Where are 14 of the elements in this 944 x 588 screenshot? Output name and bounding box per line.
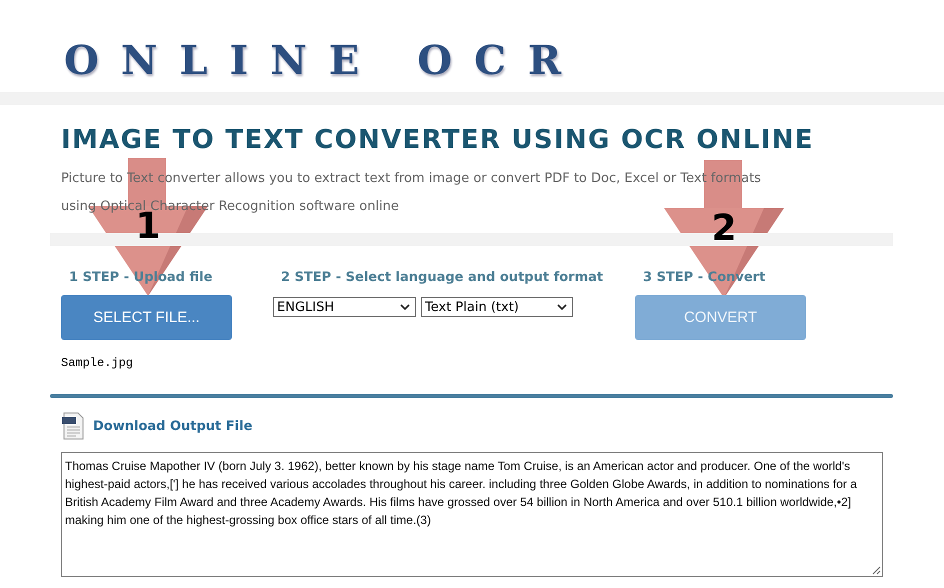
- output-text-area[interactable]: Thomas Cruise Mapother IV (born July 3. 1962), better known by his stage name Tom Cruise, is an American actor and producer. One of the world's highest-paid actors,['] he has received various accolades throughout his career. including three Golden Globe Awards, in addition to nominations for a British Academy Film Award and three Academy Awards. His films have grossed over 54 billion in North America and over 510.1 billion worldwide,•2] making him one of the highest-grossing box office stars of all time.(3): [61, 452, 883, 577]
- file-name: Sample.jpg: [61, 356, 134, 370]
- logo[interactable]: ONLINE OCR: [64, 37, 584, 84]
- download-link[interactable]: Download Output File: [93, 418, 252, 434]
- language-select[interactable]: ENGLISH: [273, 297, 416, 317]
- format-select[interactable]: Text Plain (txt): [421, 297, 573, 317]
- resize-grip-icon[interactable]: [872, 566, 881, 575]
- step-number: 2: [710, 208, 738, 249]
- dropdown-caret-icon: [557, 304, 567, 310]
- step-label: 2 STEP - Select language and output format: [280, 270, 604, 285]
- dropdown-caret-icon: [400, 304, 410, 310]
- page-title: IMAGE TO TEXT CONVERTER USING OCR ONLINE: [61, 125, 815, 155]
- select-file-button[interactable]: SELECT FILE...: [61, 295, 232, 340]
- text-file-icon: [61, 412, 85, 440]
